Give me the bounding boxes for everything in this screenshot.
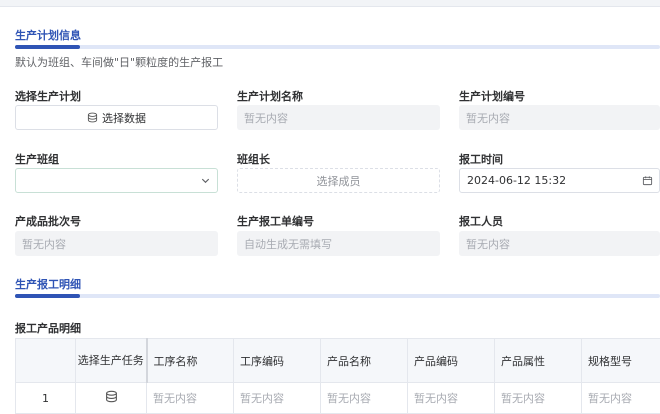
product-name-cell: 暂无内容: [320, 382, 408, 414]
team-leader-label: 班组长: [237, 153, 270, 166]
calendar-icon: [642, 175, 653, 186]
select-data-button[interactable]: 选择数据: [15, 105, 218, 130]
column-header-select-task: 选择生产任务: [75, 338, 148, 383]
column-header-process-code: 工序编码: [233, 338, 321, 383]
top-bar: [0, 0, 660, 7]
team-label: 生产班组: [15, 153, 59, 166]
database-icon[interactable]: [105, 390, 118, 403]
section-subtitle: 默认为班组、车间做"日"颗粒度的生产报工: [15, 56, 224, 69]
product-detail-label: 报工产品明细: [15, 322, 81, 335]
table-header-row: 选择生产任务 工序名称 工序编码 产品名称 产品编码 产品属性 规格型号: [15, 338, 660, 383]
column-header-spec-model: 规格型号: [581, 338, 660, 383]
team-select[interactable]: [15, 168, 218, 193]
process-name-cell: 暂无内容: [146, 382, 234, 414]
column-header-product-attr: 产品属性: [494, 338, 582, 383]
row-index: 1: [15, 382, 76, 414]
section-title-plan-info: 生产计划信息: [15, 29, 81, 42]
table-row: 1 暂无内容 暂无内容 暂无内容 暂无内容 暂无内容 暂无内容: [15, 382, 660, 414]
column-header-process-name: 工序名称: [146, 338, 234, 383]
column-header-product-name: 产品名称: [320, 338, 408, 383]
select-task-cell[interactable]: [75, 382, 147, 414]
product-code-cell: 暂无内容: [407, 382, 495, 414]
select-plan-label: 选择生产计划: [15, 90, 81, 103]
select-member-button[interactable]: 选择成员: [237, 168, 440, 193]
select-data-button-label: 选择数据: [102, 111, 146, 125]
spec-model-cell: 暂无内容: [581, 382, 660, 414]
product-detail-table: 选择生产任务 工序名称 工序编码 产品名称 产品编码 产品属性 规格型号 1 暂…: [15, 338, 660, 414]
product-attr-cell: 暂无内容: [494, 382, 582, 414]
section-divider: [15, 294, 660, 298]
plan-name-field: 暂无内容: [237, 105, 440, 130]
report-time-label: 报工时间: [459, 153, 503, 166]
report-no-field: 自动生成无需填写: [237, 231, 440, 256]
report-time-picker[interactable]: 2024-06-12 15:32: [459, 168, 660, 193]
plan-code-label: 生产计划编号: [459, 90, 525, 103]
report-no-label: 生产报工单编号: [237, 215, 314, 228]
database-icon: [87, 112, 98, 123]
column-header-product-code: 产品编码: [407, 338, 495, 383]
batch-no-label: 产成品批次号: [15, 215, 81, 228]
section-title-report-detail: 生产报工明细: [15, 278, 81, 291]
report-time-value: 2024-06-12 15:32: [467, 174, 567, 187]
process-code-cell: 暂无内容: [233, 382, 321, 414]
reporter-label: 报工人员: [459, 215, 503, 228]
section-divider: [15, 45, 660, 49]
plan-name-label: 生产计划名称: [237, 90, 303, 103]
column-header-index: [15, 338, 76, 383]
reporter-field: 暂无内容: [459, 231, 660, 256]
plan-code-field: 暂无内容: [459, 105, 660, 130]
chevron-down-icon: [200, 175, 211, 186]
batch-no-field: 暂无内容: [15, 231, 218, 256]
